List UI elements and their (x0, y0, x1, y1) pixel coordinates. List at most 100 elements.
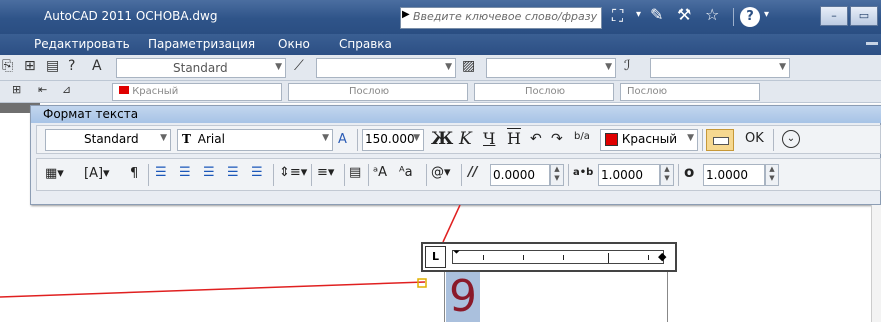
chevron-down-icon: ▼ (275, 62, 282, 72)
underline-button[interactable]: Ч (483, 129, 495, 148)
menu-bar-close-icon[interactable] (866, 42, 878, 45)
italic-button[interactable]: K (459, 129, 472, 149)
minimize-button[interactable]: – (820, 6, 848, 26)
separator (773, 129, 774, 151)
text-format-row-2: ▦▾ [A]▾ ¶ ☰ ☰ ☰ ☰ ☰ ⇕≡▾ ≡▾ ▤ ᵃA ᴬa @▾ //… (36, 158, 881, 191)
help-dropdown-icon[interactable]: ▾ (764, 9, 769, 20)
tracking-spinner[interactable]: ▲ ▼ (660, 164, 674, 186)
dim-style-icon-2[interactable]: ⟋ (294, 58, 304, 74)
lowercase-icon[interactable]: ᴬa (399, 165, 413, 180)
binoculars-dropdown-icon[interactable]: ▾ (636, 9, 641, 20)
snap-marker (417, 278, 427, 288)
mtext-justification-icon[interactable]: [A]▾ (84, 166, 110, 181)
multileader-style-icon[interactable]: A (92, 58, 102, 74)
dim-style-icon[interactable]: ⊞ (24, 58, 36, 74)
separator (426, 164, 427, 186)
truetype-icon: T (182, 132, 191, 146)
style-combo[interactable]: Standard ▼ (45, 129, 171, 151)
indent-marker-icon[interactable]: ⏷ (453, 248, 460, 258)
paragraph-icon[interactable]: ¶ (130, 166, 138, 181)
communication-center-icon[interactable]: ⚒ (677, 5, 691, 24)
mleader-style-icon[interactable]: ℐ (624, 58, 631, 74)
font-value: Arial (197, 132, 225, 146)
distribute-icon[interactable]: ☰ (251, 165, 263, 180)
stack-button[interactable]: b/a (574, 131, 590, 142)
binoculars-icon[interactable]: ⛶ (612, 6, 623, 26)
separator (702, 129, 703, 151)
numbering-icon[interactable]: ≡▾ (317, 165, 334, 180)
ruler-tick (608, 253, 609, 263)
dim-style-combo[interactable]: ▼ (316, 58, 456, 78)
table-style-icon-2[interactable]: ▨ (462, 58, 475, 74)
help-box-icon[interactable]: ? (68, 58, 75, 74)
table-style-combo[interactable]: ▼ (486, 58, 616, 78)
align-left-icon[interactable]: ☰ (155, 165, 167, 180)
insert-field-icon[interactable]: ▤ (349, 165, 361, 180)
bold-button[interactable]: Ж (431, 129, 453, 149)
text-height-combo[interactable]: 150.000 ▼ (362, 129, 424, 151)
chevron-down-icon: ▼ (779, 62, 786, 72)
menu-item-help[interactable]: Справка (339, 37, 392, 51)
columns-icon[interactable]: ▦▾ (45, 166, 64, 181)
align-right-icon[interactable]: ☰ (203, 165, 215, 180)
lineweight-combo[interactable]: Послою (474, 83, 614, 101)
titlebar-separator (733, 8, 734, 26)
oblique-angle-spinner[interactable]: ▲ ▼ (550, 164, 564, 186)
search-expand-icon[interactable]: ▶ (402, 9, 410, 20)
ok-button[interactable]: OK (745, 131, 764, 146)
text-style-combo[interactable]: Standard ▼ (116, 58, 286, 78)
overline-button[interactable]: Н (507, 129, 521, 148)
separator (344, 164, 345, 186)
width-factor-spinner[interactable]: ▲ ▼ (765, 164, 779, 186)
color-combo[interactable]: Красный (112, 83, 282, 101)
menu-item-parametric[interactable]: Параметризация (148, 37, 255, 51)
subscription-center-icon[interactable]: ✎ (650, 5, 663, 24)
symbol-button[interactable]: @▾ (431, 165, 451, 180)
mleader-style-combo[interactable]: ▼ (650, 58, 790, 78)
layer-state-icon[interactable]: ⊿ (62, 83, 71, 96)
width-factor-input[interactable]: 1.0000 (703, 164, 765, 186)
font-combo[interactable]: T Arial ▼ (177, 129, 333, 151)
plotstyle-combo[interactable]: Послою (620, 83, 760, 101)
width-handle-icon[interactable]: ◆ (658, 250, 666, 263)
align-center-icon[interactable]: ☰ (179, 165, 191, 180)
help-icon[interactable]: ? (740, 7, 760, 27)
menu-item-window[interactable]: Окно (278, 37, 310, 51)
annotative-icon[interactable]: A (338, 132, 347, 147)
style-value: Standard (84, 132, 139, 146)
text-color-combo[interactable]: Красный ▼ (600, 129, 698, 151)
undo-button[interactable]: ↶ (530, 131, 542, 147)
options-chevron-icon[interactable]: ⌄ (782, 130, 800, 148)
linetype-combo[interactable]: Послою (288, 83, 468, 101)
tab-type-button[interactable]: L (425, 246, 446, 268)
text-style-icon[interactable]: ⎘ (2, 58, 13, 74)
color-swatch (119, 86, 129, 94)
restore-button[interactable]: ▭ (850, 6, 878, 26)
justify-icon[interactable]: ☰ (227, 165, 239, 180)
oblique-angle-input[interactable]: 0.0000 (490, 164, 550, 186)
symbol-label: @ (431, 165, 444, 180)
chevron-down-icon: ▼ (413, 133, 420, 143)
redo-button[interactable]: ↷ (551, 131, 563, 147)
chevron-down-icon: ▼ (160, 133, 167, 143)
table-style-icon[interactable]: ▤ (46, 58, 59, 74)
separator (273, 164, 274, 186)
favorites-star-icon[interactable]: ☆ (705, 5, 719, 24)
ruler-scale[interactable]: ⏷ ◆ (452, 248, 666, 264)
text-format-titlebar[interactable] (31, 106, 881, 123)
line-spacing-icon[interactable]: ⇕≡▾ (279, 165, 307, 180)
menu-item-edit[interactable]: Редактировать (34, 37, 130, 51)
layer-icon[interactable]: ⊞ (12, 83, 21, 96)
tracking-input[interactable]: 1.0000 (598, 164, 660, 186)
red-swatch (605, 133, 618, 146)
uppercase-icon[interactable]: ᵃA (373, 165, 387, 180)
mtext-selected-text[interactable]: 9 (446, 272, 480, 322)
ruler-tick (563, 255, 564, 260)
layer-previous-icon[interactable]: ⇤ (38, 83, 47, 96)
ruler-toggle-button[interactable] (706, 129, 734, 151)
text-format-row-1: Standard ▼ T Arial ▼ A 150.000 ▼ Ж K Ч Н… (36, 125, 881, 154)
red-horizontal-line (0, 281, 426, 298)
chevron-down-icon: ▼ (687, 133, 694, 143)
vertical-scrollbar[interactable] (871, 205, 881, 322)
separator (311, 164, 312, 186)
